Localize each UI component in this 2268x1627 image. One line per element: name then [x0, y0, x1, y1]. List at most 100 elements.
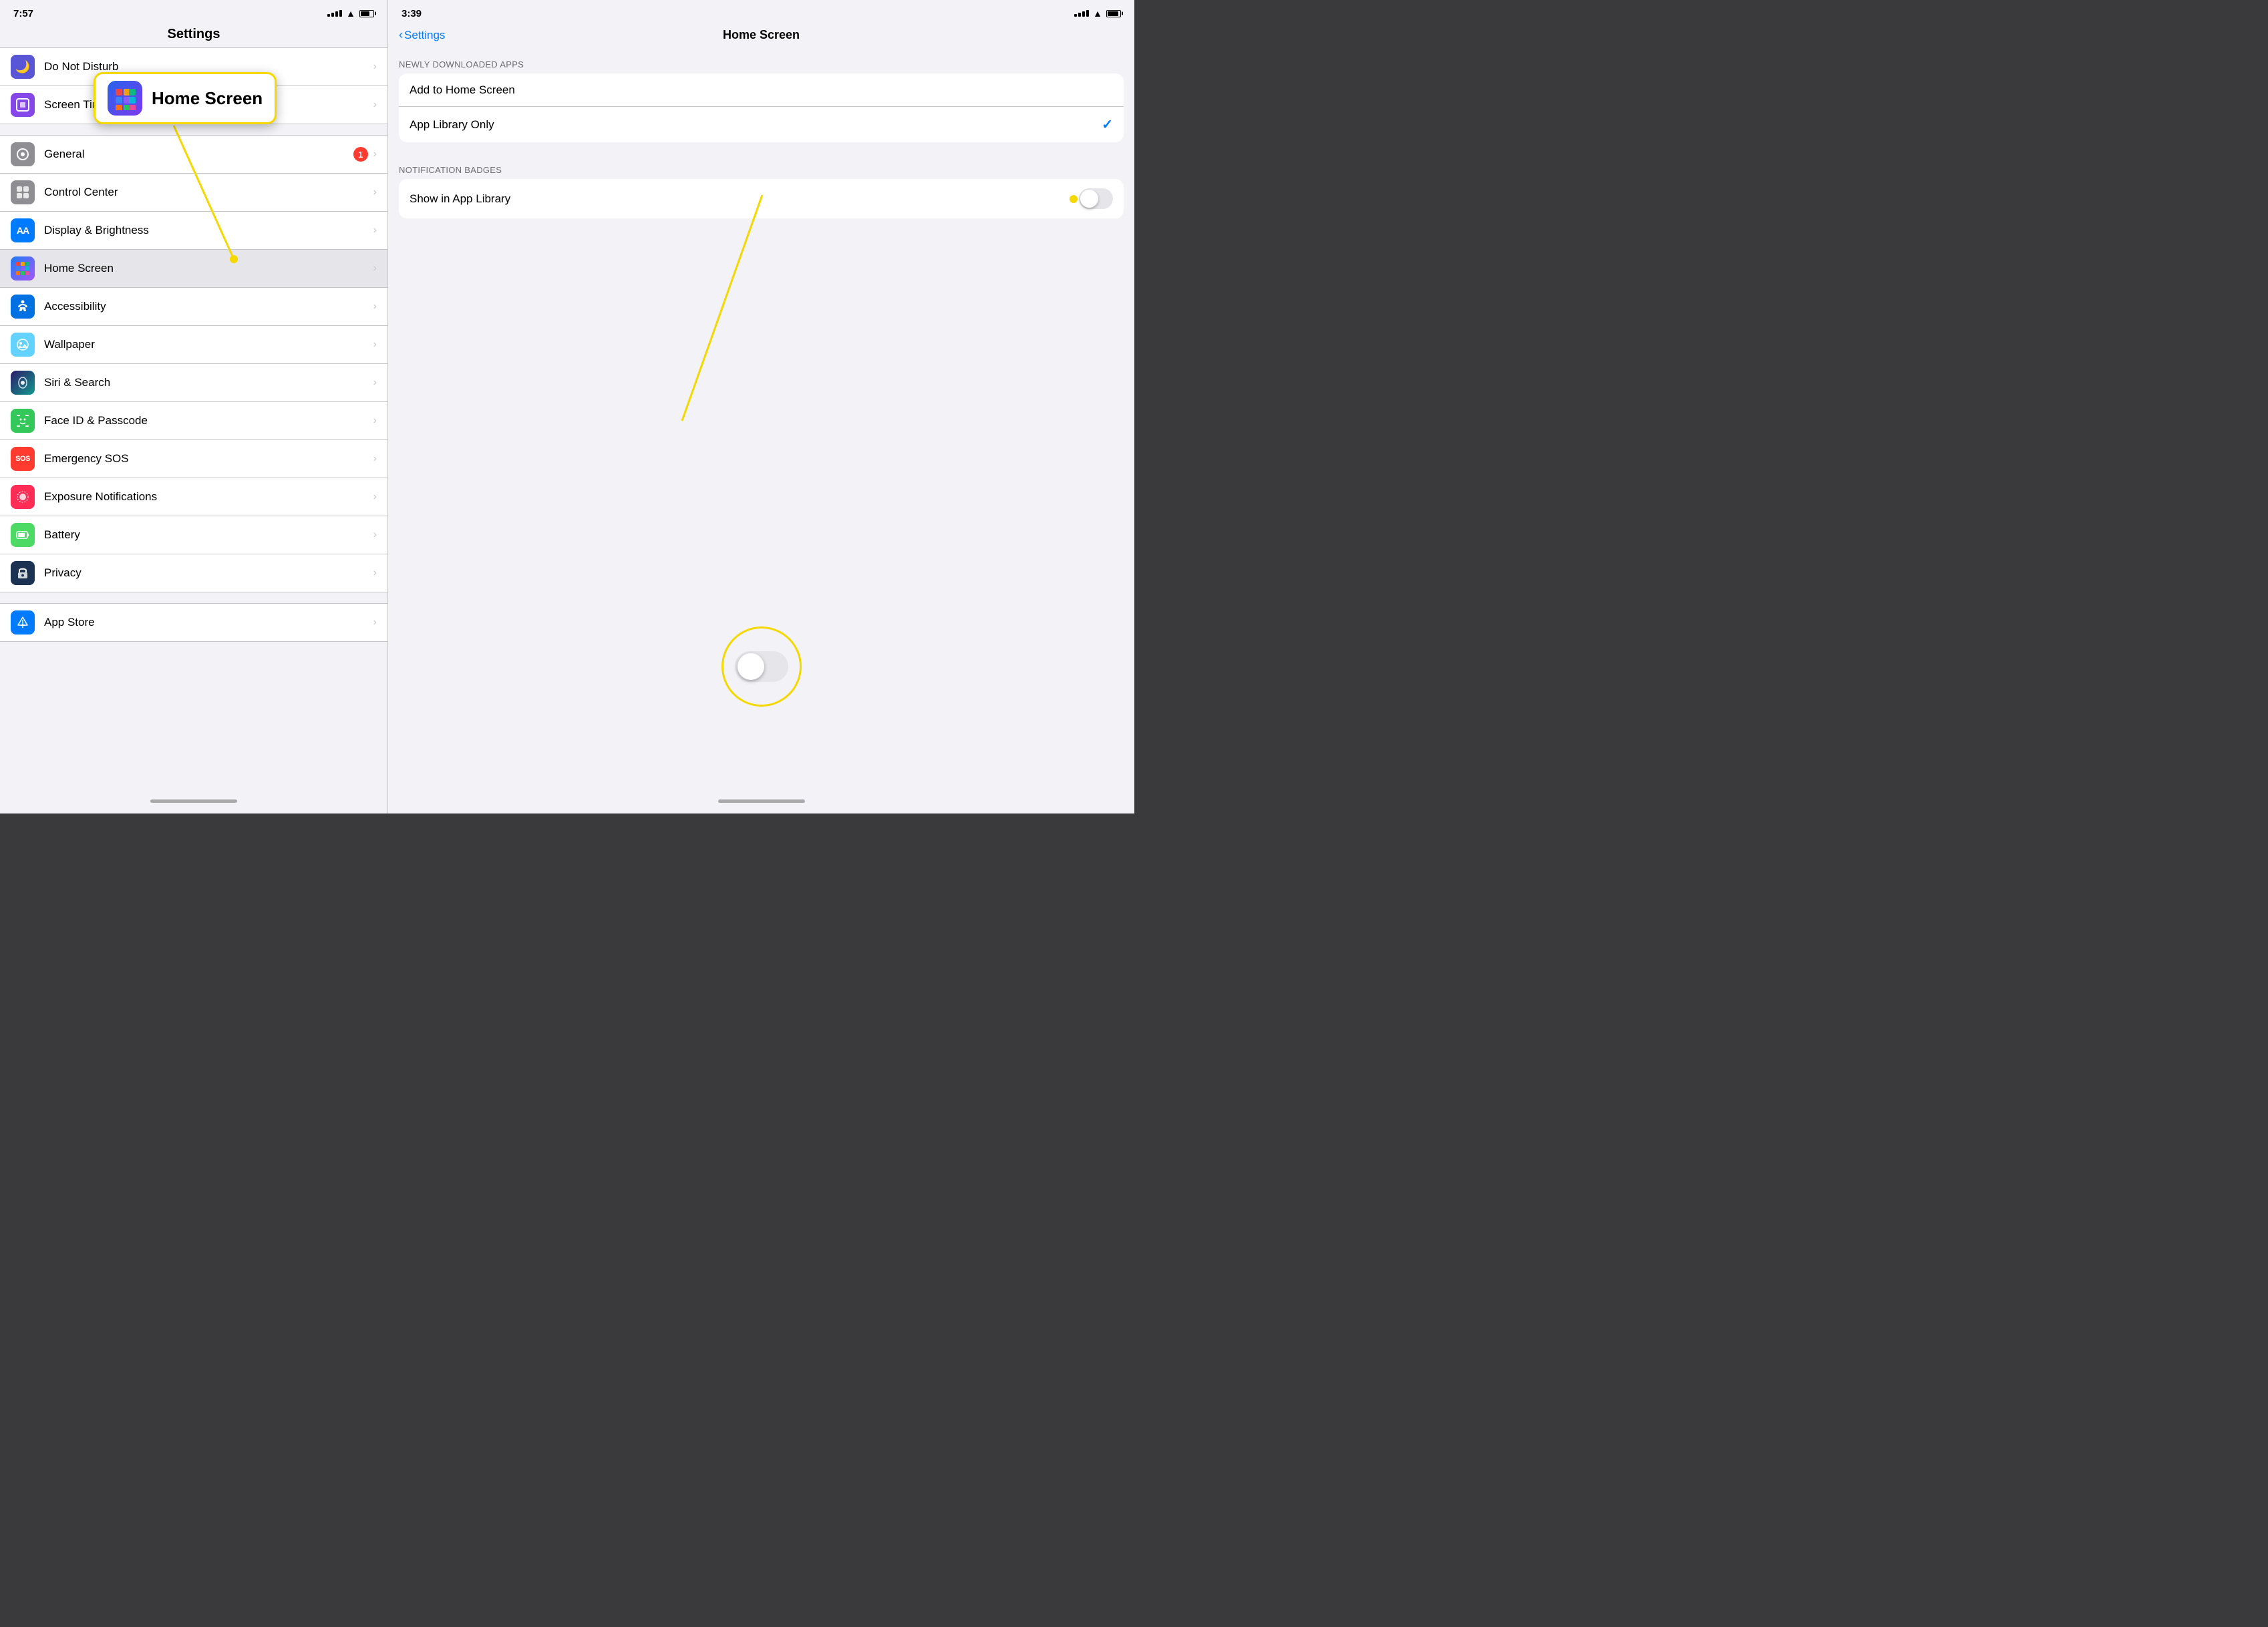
- chevron-icon: ›: [373, 567, 377, 579]
- battery-icon: [11, 523, 35, 547]
- signal-icon: [327, 10, 342, 17]
- do-not-disturb-right: ›: [373, 61, 377, 73]
- callout-title: Home Screen: [152, 88, 263, 109]
- siri-right: ›: [373, 377, 377, 389]
- section-header-notification-badges: NOTIFICATION BADGES: [388, 153, 1134, 179]
- settings-list: 🌙 Do Not Disturb › Screen Time ›: [0, 47, 387, 789]
- exposure-label: Exposure Notifications: [44, 490, 373, 504]
- chevron-icon: ›: [373, 453, 377, 465]
- callout-icon: [108, 81, 142, 116]
- control-center-icon: [11, 180, 35, 204]
- settings-item-emergency-sos[interactable]: SOS Emergency SOS ›: [0, 440, 387, 478]
- settings-item-control-center[interactable]: Control Center ›: [0, 174, 387, 212]
- screen-time-right: ›: [373, 99, 377, 111]
- chevron-icon: ›: [373, 99, 377, 111]
- app-library-only-label: App Library Only: [410, 118, 1102, 132]
- newly-downloaded-group: Add to Home Screen App Library Only ✓: [399, 73, 1124, 142]
- right-home-indicator: [718, 799, 805, 803]
- settings-item-display[interactable]: AA Display & Brightness ›: [0, 212, 387, 250]
- settings-item-privacy[interactable]: Privacy ›: [0, 554, 387, 592]
- chevron-icon: ›: [373, 377, 377, 389]
- accessibility-right: ›: [373, 301, 377, 313]
- wallpaper-label: Wallpaper: [44, 338, 373, 351]
- toggle-thumb: [1080, 190, 1098, 208]
- chevron-icon: ›: [373, 224, 377, 236]
- right-panel: 3:39 ▲ ‹ Settings Home Screen NEWLY DOWN…: [388, 0, 1134, 814]
- settings-item-accessibility[interactable]: Accessibility ›: [0, 288, 387, 326]
- display-right: ›: [373, 224, 377, 236]
- privacy-icon: [11, 561, 35, 585]
- mini-toggle-thumb: [738, 653, 764, 680]
- wallpaper-right: ›: [373, 339, 377, 351]
- chevron-icon: ›: [373, 148, 377, 160]
- settings-item-exposure[interactable]: Exposure Notifications ›: [0, 478, 387, 516]
- right-page-title: Home Screen: [723, 28, 800, 42]
- emergency-sos-right: ›: [373, 453, 377, 465]
- exposure-right: ›: [373, 491, 377, 503]
- wifi-icon: ▲: [346, 8, 355, 19]
- left-status-icons: ▲: [327, 8, 374, 19]
- toggle-zoom-circle: [721, 626, 802, 707]
- home-screen-label: Home Screen: [44, 262, 373, 275]
- option-app-library-only[interactable]: App Library Only ✓: [399, 107, 1124, 142]
- settings-title: Settings: [0, 24, 387, 47]
- emergency-sos-icon: SOS: [11, 447, 35, 471]
- option-add-home-screen[interactable]: Add to Home Screen: [399, 73, 1124, 107]
- chevron-icon: ›: [373, 186, 377, 198]
- left-status-bar: 7:57 ▲: [0, 0, 387, 24]
- back-button[interactable]: ‹ Settings: [399, 28, 445, 42]
- general-label: General: [44, 148, 353, 161]
- mini-toggle-display: [735, 651, 788, 682]
- right-time: 3:39: [401, 8, 422, 19]
- exposure-icon: [11, 485, 35, 509]
- right-signal-icon: [1074, 10, 1089, 17]
- chevron-icon: ›: [373, 61, 377, 73]
- chevron-icon: ›: [373, 491, 377, 503]
- general-icon: [11, 142, 35, 166]
- settings-item-battery[interactable]: Battery ›: [0, 516, 387, 554]
- home-screen-right: ›: [373, 262, 377, 275]
- battery-label: Battery: [44, 528, 373, 542]
- show-app-library-toggle[interactable]: [1079, 188, 1113, 209]
- settings-item-app-store[interactable]: App Store ›: [0, 603, 387, 642]
- general-right: 1 ›: [353, 147, 377, 162]
- accessibility-label: Accessibility: [44, 300, 373, 313]
- settings-item-wallpaper[interactable]: Wallpaper ›: [0, 326, 387, 364]
- settings-item-general[interactable]: General 1 ›: [0, 135, 387, 174]
- accessibility-icon: [11, 295, 35, 319]
- battery-status-icon: [359, 10, 374, 17]
- home-screen-callout: Home Screen: [94, 72, 277, 124]
- app-store-icon: [11, 610, 35, 635]
- app-store-label: App Store: [44, 616, 373, 629]
- control-center-right: ›: [373, 186, 377, 198]
- privacy-right: ›: [373, 567, 377, 579]
- back-chevron-icon: ‹: [399, 28, 403, 42]
- settings-group-2: General 1 › Control Center ›: [0, 135, 387, 592]
- siri-icon: [11, 371, 35, 395]
- left-bottom-bar: [0, 789, 387, 814]
- screen-time-icon: [11, 93, 35, 117]
- right-nav: ‹ Settings Home Screen: [388, 24, 1134, 47]
- settings-item-siri[interactable]: Siri & Search ›: [0, 364, 387, 402]
- right-status-bar: 3:39 ▲: [388, 0, 1134, 24]
- control-center-label: Control Center: [44, 186, 373, 199]
- display-icon: AA: [11, 218, 35, 242]
- wallpaper-icon: [11, 333, 35, 357]
- right-battery-status-icon: [1106, 10, 1121, 17]
- face-id-icon: [11, 409, 35, 433]
- chevron-icon: ›: [373, 415, 377, 427]
- section-header-newly-downloaded: NEWLY DOWNLOADED APPS: [388, 47, 1134, 73]
- settings-item-home-screen[interactable]: Home Screen ›: [0, 250, 387, 288]
- emergency-sos-label: Emergency SOS: [44, 452, 373, 466]
- face-id-label: Face ID & Passcode: [44, 414, 373, 427]
- general-badge: 1: [353, 147, 368, 162]
- privacy-label: Privacy: [44, 566, 373, 580]
- app-library-only-checkmark: ✓: [1102, 116, 1113, 133]
- right-status-icons: ▲: [1074, 8, 1121, 19]
- right-bottom-bar: [388, 789, 1134, 814]
- siri-label: Siri & Search: [44, 376, 373, 389]
- settings-item-face-id[interactable]: Face ID & Passcode ›: [0, 402, 387, 440]
- do-not-disturb-icon: 🌙: [11, 55, 35, 79]
- settings-group-3: App Store ›: [0, 603, 387, 642]
- back-label: Settings: [404, 29, 445, 42]
